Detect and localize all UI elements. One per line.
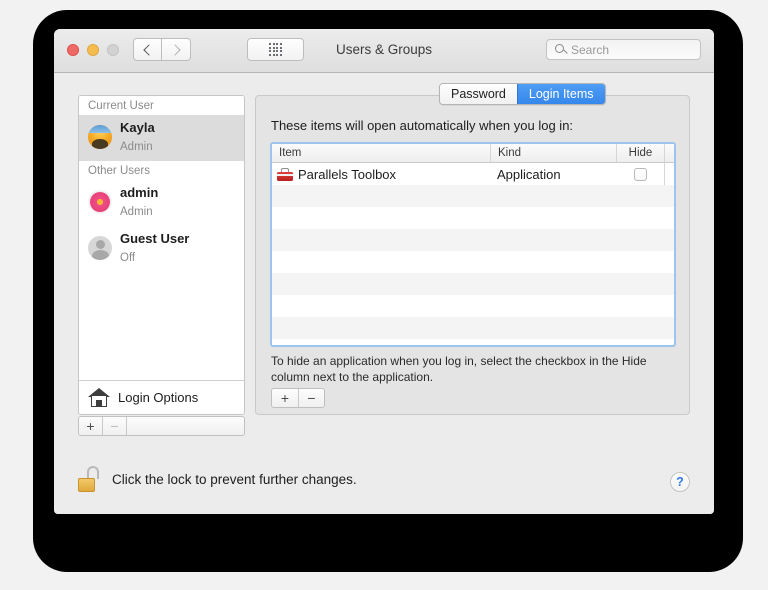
- user-name: admin: [120, 185, 158, 200]
- user-role: Admin: [120, 206, 153, 218]
- sidebar-group-title-current: Current User: [79, 96, 244, 115]
- parallels-toolbox-icon: [277, 168, 293, 181]
- lock-row[interactable]: Click the lock to prevent further change…: [78, 466, 357, 492]
- house-icon: [88, 388, 110, 408]
- sidebar-group-title-other: Other Users: [79, 161, 244, 180]
- tab-login-items[interactable]: Login Items: [517, 84, 605, 104]
- users-sidebar: Current User Kayla Admin Other Users adm…: [78, 95, 245, 415]
- table-row-empty[interactable]: [272, 295, 674, 317]
- login-items-panel: Password Login Items These items will op…: [255, 95, 690, 415]
- table-row-empty[interactable]: [272, 229, 674, 251]
- unlocked-padlock-icon[interactable]: [78, 466, 100, 492]
- table-row-empty[interactable]: [272, 317, 674, 339]
- column-header-kind[interactable]: Kind: [490, 144, 616, 162]
- search-field[interactable]: Search: [546, 39, 701, 60]
- avatar-kayla: [88, 125, 112, 149]
- avatar-admin: [88, 190, 112, 214]
- login-options-label: Login Options: [118, 390, 198, 405]
- add-login-item-button[interactable]: +: [272, 389, 298, 407]
- table-row-empty[interactable]: [272, 207, 674, 229]
- table-row[interactable]: Parallels Toolbox Application: [272, 163, 674, 185]
- window-titlebar: Users & Groups Search: [54, 29, 714, 73]
- window-content: Current User Kayla Admin Other Users adm…: [54, 73, 714, 514]
- screen: Users & Groups Search Current User Kayla…: [0, 0, 768, 590]
- login-items-table[interactable]: Item Kind Hide Parallels Toolbox: [270, 142, 676, 347]
- preferences-window: Users & Groups Search Current User Kayla…: [54, 29, 714, 514]
- lock-message: Click the lock to prevent further change…: [112, 472, 357, 487]
- remove-login-item-button[interactable]: −: [298, 389, 324, 407]
- user-role: Off: [120, 252, 135, 264]
- tab-password[interactable]: Password: [440, 84, 517, 104]
- panel-intro-text: These items will open automatically when…: [271, 118, 573, 133]
- sidebar-add-remove-group: + −: [78, 416, 245, 436]
- user-name: Guest User: [120, 231, 189, 246]
- cell-item: Parallels Toolbox: [272, 163, 490, 185]
- hide-column-hint: To hide an application when you log in, …: [271, 354, 671, 386]
- column-header-item[interactable]: Item: [272, 144, 490, 162]
- cell-kind: Application: [490, 163, 616, 185]
- table-row-empty[interactable]: [272, 273, 674, 295]
- user-role: Admin: [120, 141, 153, 153]
- column-header-spacer: [664, 144, 674, 162]
- search-placeholder: Search: [571, 43, 609, 57]
- table-body: Parallels Toolbox Application: [272, 163, 674, 345]
- tab-bar: Password Login Items: [439, 83, 606, 105]
- avatar-guest-user: [88, 236, 112, 260]
- sidebar-item-login-options[interactable]: Login Options: [79, 380, 244, 414]
- hide-checkbox[interactable]: [634, 168, 647, 181]
- table-row-empty[interactable]: [272, 251, 674, 273]
- table-row-empty[interactable]: [272, 185, 674, 207]
- login-items-add-remove-group: + −: [271, 388, 325, 408]
- sidebar-item-kayla[interactable]: Kayla Admin: [79, 115, 244, 161]
- table-row-empty[interactable]: [272, 339, 674, 347]
- cell-hide: [616, 163, 664, 185]
- toolbar-filler: [127, 417, 244, 435]
- sidebar-item-guest-user[interactable]: Guest User Off: [79, 226, 244, 272]
- search-icon: [555, 44, 564, 53]
- user-name: Kayla: [120, 120, 155, 135]
- remove-user-button[interactable]: −: [103, 417, 127, 435]
- item-name: Parallels Toolbox: [298, 167, 396, 182]
- table-header-row: Item Kind Hide: [272, 144, 674, 163]
- cell-spacer: [664, 163, 674, 185]
- help-button[interactable]: ?: [670, 472, 690, 492]
- column-header-hide[interactable]: Hide: [616, 144, 664, 162]
- sidebar-item-admin[interactable]: admin Admin: [79, 180, 244, 226]
- add-user-button[interactable]: +: [79, 417, 103, 435]
